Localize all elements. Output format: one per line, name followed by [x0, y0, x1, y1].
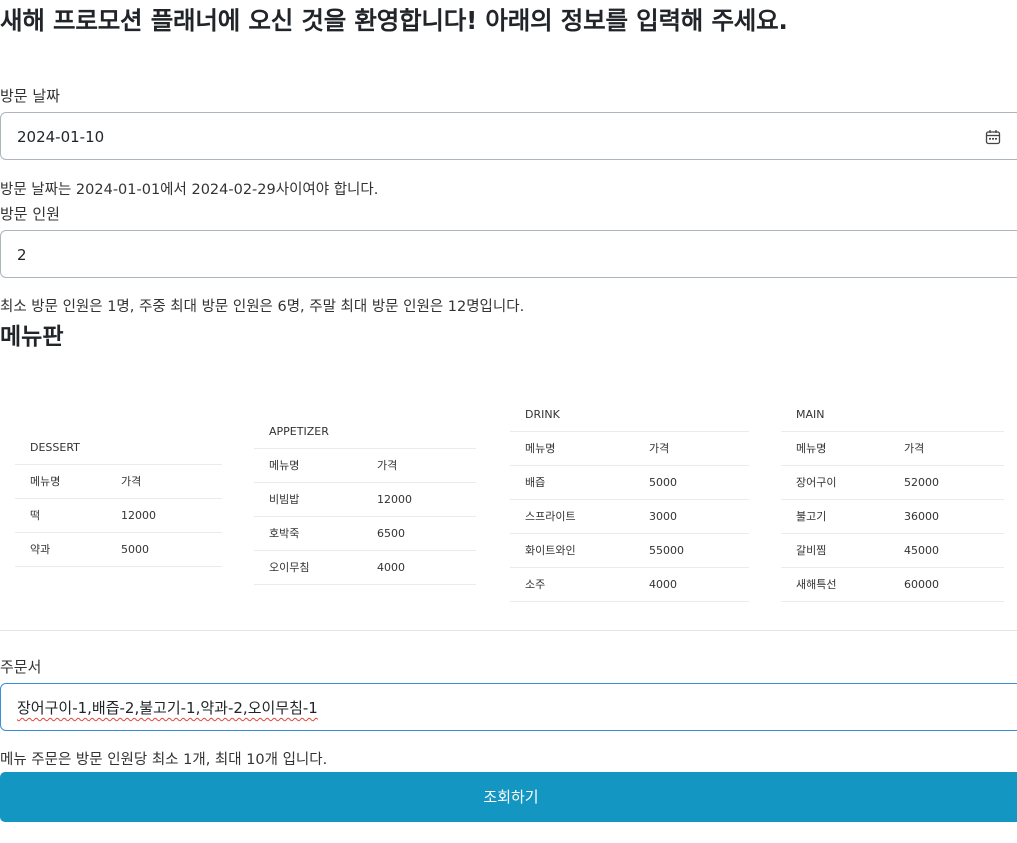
party-size-input[interactable]: 2 [0, 230, 1017, 278]
menu-item-name: 스프라이트 [525, 510, 576, 523]
menu-item-price: 6500 [377, 527, 405, 540]
menu-item-name: 호박죽 [269, 527, 300, 540]
visit-date-value: 2024-01-10 [17, 128, 105, 146]
menu-item-name: 비빔밥 [269, 493, 300, 506]
menu-row: 호박죽 6500 [254, 517, 476, 551]
menu-row: 갈비찜 45000 [781, 534, 1004, 568]
menu-item-price: 12000 [377, 493, 412, 506]
menu-row: 소주 4000 [510, 568, 749, 602]
order-value: 장어구이-1,배즙-2,불고기-1,약과-2,오이무침-1 [17, 699, 318, 717]
menu-row: 새해특선 60000 [781, 568, 1004, 602]
menu-table-header: 메뉴명 가격 [510, 432, 749, 466]
order-input[interactable]: 장어구이-1,배즙-2,불고기-1,약과-2,오이무침-1 [0, 683, 1017, 731]
menu-column-price: 가격 [649, 442, 670, 455]
submit-button[interactable]: 조회하기 [0, 772, 1017, 822]
visit-date-input[interactable]: 2024-01-10 [0, 112, 1017, 160]
section-divider [0, 630, 1017, 631]
party-size-label: 방문 인원 [0, 205, 60, 223]
menu-item-price: 55000 [649, 544, 684, 557]
menu-item-name: 화이트와인 [525, 544, 576, 557]
menu-column-price: 가격 [121, 475, 142, 488]
menu-table-header: 메뉴명 가격 [15, 465, 222, 499]
menu-item-price: 3000 [649, 510, 677, 523]
menu-item-name: 소주 [525, 578, 546, 591]
menu-row: 스프라이트 3000 [510, 500, 749, 534]
menu-table-header: 메뉴명 가격 [781, 432, 1004, 466]
menu-item-name: 배즙 [525, 476, 546, 489]
menu-item-name: 새해특선 [796, 578, 837, 591]
menu-column-name: 메뉴명 [796, 442, 827, 455]
menu-column-name: 메뉴명 [269, 459, 300, 472]
order-help: 메뉴 주문은 방문 인원당 최소 1개, 최대 10개 입니다. [0, 752, 328, 768]
menu-category-title: DESSERT [15, 431, 222, 465]
menu-table-main: MAIN 메뉴명 가격장어구이 52000 불고기 36000 갈비찜 45000 새해특선 60… [781, 398, 1004, 602]
menu-row: 장어구이 52000 [781, 466, 1004, 500]
menu-column-name: 메뉴명 [30, 475, 61, 488]
page-title: 새해 프로모션 플래너에 오신 것을 환영합니다! 아래의 정보를 입력해 주세… [0, 6, 788, 35]
menu-table-header: 메뉴명 가격 [254, 449, 476, 483]
calendar-icon[interactable] [985, 129, 1001, 145]
menu-item-price: 36000 [904, 510, 939, 523]
visit-date-label: 방문 날짜 [0, 87, 60, 105]
menu-row: 배즙 5000 [510, 466, 749, 500]
menu-row: 비빔밥 12000 [254, 483, 476, 517]
menu-item-name: 갈비찜 [796, 544, 827, 557]
party-size-value: 2 [17, 246, 27, 264]
menu-row: 오이무침 4000 [254, 551, 476, 585]
menu-item-name: 오이무침 [269, 561, 310, 574]
menu-category-title: DRINK [510, 398, 749, 432]
menu-table-appetizer: APPETIZER 메뉴명 가격비빔밥 12000 호박죽 6500 오이무침 4000 [254, 415, 476, 585]
menu-category-title: APPETIZER [254, 415, 476, 449]
menu-column-price: 가격 [904, 442, 925, 455]
party-size-help: 최소 방문 인원은 1명, 주중 최대 방문 인원은 6명, 주말 최대 방문 … [0, 299, 525, 315]
menu-item-price: 60000 [904, 578, 939, 591]
order-label: 주문서 [0, 658, 42, 676]
menu-column-price: 가격 [377, 459, 398, 472]
menu-item-price: 12000 [121, 509, 156, 522]
menu-category-title: MAIN [781, 398, 1004, 432]
menu-item-price: 4000 [649, 578, 677, 591]
menu-item-name: 떡 [30, 509, 41, 522]
menu-item-price: 5000 [649, 476, 677, 489]
menu-item-price: 5000 [121, 543, 149, 556]
menu-row: 화이트와인 55000 [510, 534, 749, 568]
menu-table-dessert: DESSERT 메뉴명 가격떡 12000 약과 5000 [15, 431, 222, 567]
menu-table-drink: DRINK 메뉴명 가격배즙 5000 스프라이트 3000 화이트와인 55000 소주 400… [510, 398, 749, 602]
menu-row: 떡 12000 [15, 499, 222, 533]
visit-date-help: 방문 날짜는 2024-01-01에서 2024-02-29사이여야 합니다. [0, 182, 379, 198]
menu-item-name: 불고기 [796, 510, 827, 523]
menu-item-name: 약과 [30, 543, 51, 556]
menu-item-price: 45000 [904, 544, 939, 557]
menu-item-price: 52000 [904, 476, 939, 489]
menu-item-price: 4000 [377, 561, 405, 574]
menu-row: 약과 5000 [15, 533, 222, 567]
menu-item-name: 장어구이 [796, 476, 837, 489]
menu-row: 불고기 36000 [781, 500, 1004, 534]
menu-column-name: 메뉴명 [525, 442, 556, 455]
menu-heading: 메뉴판 [0, 324, 64, 350]
promotion-planner-page: 새해 프로모션 플래너에 오신 것을 환영합니다! 아래의 정보를 입력해 주세… [0, 0, 1017, 843]
